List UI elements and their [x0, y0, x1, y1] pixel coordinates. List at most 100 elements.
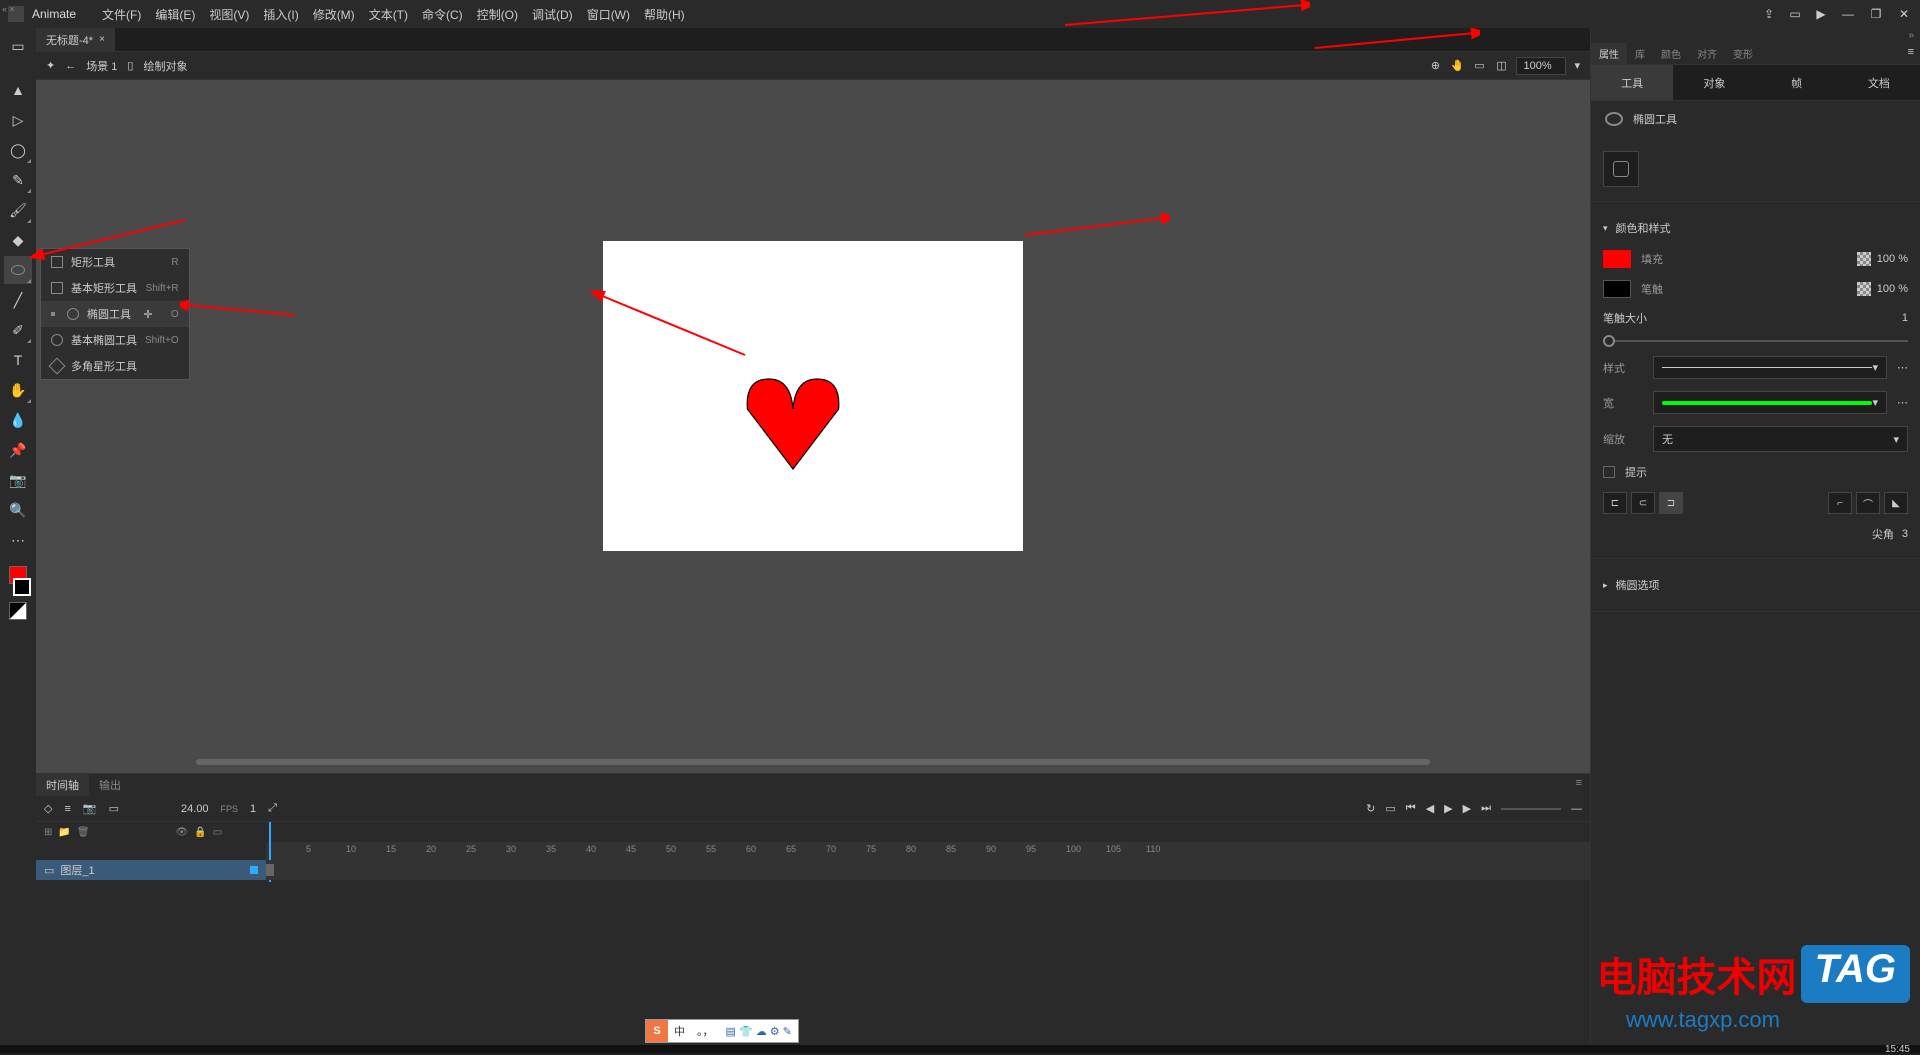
outline-icon[interactable]: ▭ [213, 827, 222, 838]
menu-insert[interactable]: 插入(I) [257, 2, 304, 27]
taskbar[interactable] [0, 1045, 1920, 1053]
line-tool[interactable]: ╱ [4, 286, 32, 314]
more-tools[interactable]: ⋯ [4, 526, 32, 554]
layer-name-cell[interactable]: ▭ 图层_1 [36, 860, 266, 880]
hint-checkbox[interactable] [1603, 466, 1615, 478]
fps-value[interactable]: 24.00 [181, 803, 209, 815]
brush-tool[interactable]: 🖌 [4, 196, 32, 224]
tl-last-btn[interactable]: ⏭ [1481, 802, 1491, 815]
slider-thumb[interactable] [1603, 335, 1615, 347]
tab-library[interactable]: 库 [1627, 43, 1653, 64]
stroke-swatch[interactable] [1603, 280, 1631, 298]
zoom-dropdown-icon[interactable]: ▾ [1574, 59, 1580, 72]
tl-play-btn[interactable]: ▶ [1444, 802, 1452, 815]
cap-round[interactable]: ⊂ [1631, 492, 1655, 514]
menu-command[interactable]: 命令(C) [416, 2, 469, 27]
menu-edit[interactable]: 编辑(E) [149, 2, 201, 27]
stroke-percent[interactable]: 100 % [1877, 283, 1908, 295]
menu-modify[interactable]: 修改(M) [307, 2, 361, 27]
object-drawing-toggle[interactable] [1603, 151, 1639, 187]
ime-lang[interactable]: 中 [668, 1023, 691, 1039]
tab-align[interactable]: 对齐 [1689, 43, 1725, 64]
menu-control[interactable]: 控制(O) [471, 2, 524, 27]
flyout-oval[interactable]: 椭圆工具 ✛ O [41, 301, 189, 327]
delete-layer-icon[interactable]: 🗑 [77, 827, 90, 838]
stage-area[interactable] [36, 80, 1590, 773]
subtab-frame[interactable]: 帧 [1756, 65, 1838, 100]
style-options-icon[interactable]: ⋯ [1897, 361, 1908, 374]
tl-next-btn[interactable]: ▶ [1463, 802, 1471, 815]
tl-camera-btn[interactable]: 📷 [83, 802, 97, 815]
subtab-document[interactable]: 文档 [1838, 65, 1920, 100]
ime-bar[interactable]: S 中 。， ▤ 👕 ☁ ⚙ ✎ [645, 1019, 799, 1043]
text-tool[interactable]: T [4, 346, 32, 374]
share-icon[interactable]: ⇪ [1762, 7, 1776, 21]
expand-top-left[interactable]: « × [2, 4, 15, 14]
tl-onion-btn[interactable]: ≡ [64, 803, 70, 815]
zoom-tool[interactable]: 🔍 [4, 496, 32, 524]
heart-shape[interactable] [733, 361, 853, 481]
rotate-stage-icon[interactable]: 🤚 [1450, 59, 1464, 73]
clip-icon[interactable]: ▭ [1472, 59, 1486, 73]
style-select[interactable]: ▾ [1653, 356, 1887, 379]
close-button[interactable]: ✕ [1896, 8, 1912, 20]
keyframe[interactable] [266, 864, 274, 876]
play-icon[interactable]: ▶ [1814, 7, 1828, 21]
menu-window[interactable]: 窗口(W) [581, 2, 636, 27]
tab-output[interactable]: 输出 [89, 774, 131, 796]
panel-collapse-icon[interactable]: » [1591, 28, 1920, 43]
workspace-icon[interactable]: ▭ [1788, 7, 1802, 21]
width-options-icon[interactable]: ⋯ [1897, 396, 1908, 409]
pen-tool[interactable]: ✎ [4, 166, 32, 194]
tab-transform[interactable]: 变形 [1725, 43, 1761, 64]
minimize-button[interactable]: — [1840, 8, 1856, 20]
fill-color-swatch[interactable] [13, 578, 31, 596]
tl-layer-btn[interactable]: ▭ [109, 802, 119, 815]
frames-track[interactable] [266, 860, 1590, 880]
add-folder-icon[interactable]: 📁 [58, 827, 70, 838]
stroke-size-value[interactable]: 1 [1902, 312, 1908, 324]
join-bevel[interactable]: ◣ [1884, 492, 1908, 514]
fill-swatch[interactable] [1603, 250, 1631, 268]
join-miter[interactable]: ⌐ [1828, 492, 1852, 514]
scene-back-icon[interactable]: ← [65, 60, 76, 72]
stroke-size-slider[interactable] [1603, 340, 1908, 342]
oval-options-header[interactable]: ▸ 椭圆选项 [1603, 569, 1908, 601]
flyout-prim-oval[interactable]: 基本椭圆工具 Shift+O [41, 327, 189, 353]
color-style-header[interactable]: ▾ 颜色和样式 [1603, 212, 1908, 244]
pin-tool[interactable]: 📌 [4, 436, 32, 464]
tab-timeline[interactable]: 时间轴 [36, 774, 89, 796]
width-select[interactable]: ▾ [1653, 391, 1887, 414]
pencil-tool[interactable]: ✐ [4, 316, 32, 344]
alpha-checker-icon[interactable] [1857, 282, 1871, 296]
alpha-checker-icon[interactable] [1857, 252, 1871, 266]
scene-nav-icon[interactable]: ✦ [46, 59, 55, 72]
timeline-ruler[interactable]: 51015 202530 354045 505560 657075 808590… [266, 842, 1590, 860]
tl-expand-icon[interactable]: ⤢ [268, 802, 277, 815]
visibility-icon[interactable]: 👁 [176, 827, 189, 838]
scale-select[interactable]: 无 ▾ [1653, 426, 1908, 452]
zoom-input[interactable] [1516, 57, 1566, 75]
lasso-tool[interactable]: ◯ [4, 136, 32, 164]
tab-color[interactable]: 颜色 [1653, 43, 1689, 64]
doc-tab-close[interactable]: × [99, 34, 105, 45]
ime-tools[interactable]: ▤ 👕 ☁ ⚙ ✎ [720, 1025, 798, 1038]
default-colors-icon[interactable] [9, 602, 27, 620]
subtab-tool[interactable]: 工具 [1591, 65, 1673, 100]
center-stage-icon[interactable]: ⊕ [1428, 59, 1442, 73]
eraser-tool[interactable]: ◆ [4, 226, 32, 254]
panel-menu-icon[interactable]: ≡ [1902, 43, 1920, 64]
hand-tool[interactable]: ✋ [4, 376, 32, 404]
eyedropper-tool[interactable]: 💧 [4, 406, 32, 434]
tl-zoom-reset[interactable]: — [1571, 803, 1582, 815]
join-round[interactable]: ⌒ [1856, 492, 1880, 514]
tl-keyframe-btn[interactable]: ◇ [44, 802, 52, 815]
canvas[interactable] [603, 241, 1023, 551]
menu-debug[interactable]: 调试(D) [526, 2, 579, 27]
tl-zoom-slider[interactable] [1501, 808, 1561, 810]
fit-icon[interactable]: ◫ [1494, 59, 1508, 73]
tl-first-btn[interactable]: ⏮ [1406, 802, 1416, 815]
flyout-prim-rectangle[interactable]: 基本矩形工具 Shift+R [41, 275, 189, 301]
menu-help[interactable]: 帮助(H) [638, 2, 691, 27]
cap-square[interactable]: ⊐ [1659, 492, 1683, 514]
